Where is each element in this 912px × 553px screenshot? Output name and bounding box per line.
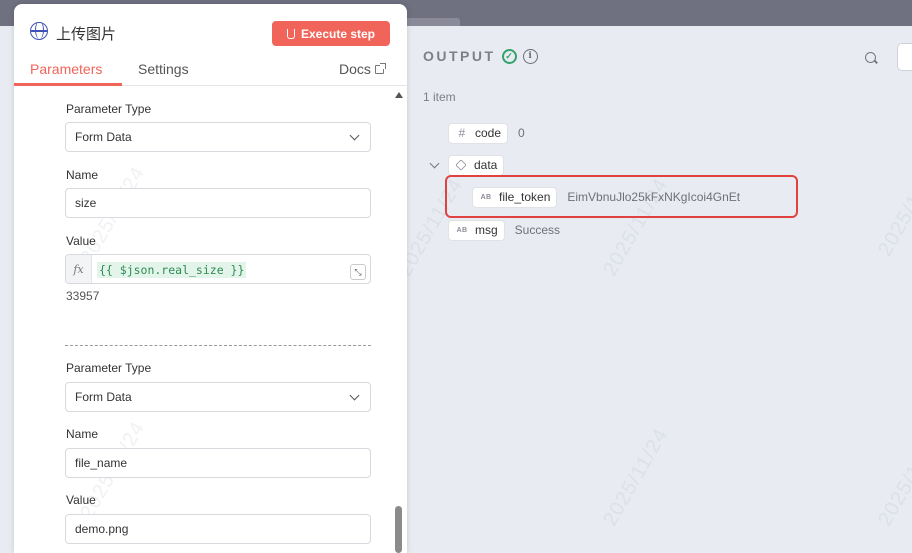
active-tab-indicator xyxy=(14,83,122,86)
row-key: data xyxy=(474,158,498,172)
search-input[interactable] xyxy=(897,43,912,71)
scrollbar-thumb[interactable] xyxy=(395,506,402,553)
param-type-label: Parameter Type xyxy=(66,102,152,116)
chevron-down-icon xyxy=(349,130,360,141)
chevron-down-icon xyxy=(349,390,360,401)
row-value: 0 xyxy=(518,126,525,140)
highlight-annotation xyxy=(445,175,798,218)
tab-parameters[interactable]: Parameters xyxy=(30,61,102,77)
name-value: file_name xyxy=(75,456,128,470)
node-panel: 2025/11/24 2025/11/24 上传图片 Execute step … xyxy=(14,4,407,553)
info-icon[interactable]: i xyxy=(522,48,538,64)
output-title: OUTPUT xyxy=(423,48,496,64)
tab-settings[interactable]: Settings xyxy=(138,61,189,77)
item-count: 1 item xyxy=(423,90,456,104)
flask-icon xyxy=(286,28,295,39)
value-label: Value xyxy=(66,493,96,507)
param-type-value: Form Data xyxy=(75,390,132,404)
key-chip[interactable]: AB msg xyxy=(448,219,505,241)
name-input[interactable]: file_name xyxy=(65,448,371,478)
string-type-icon: AB xyxy=(456,226,468,234)
key-chip[interactable]: data xyxy=(448,154,505,176)
expression-input[interactable]: fx {{ $json.real_size }} ⤡ xyxy=(65,254,371,284)
output-pane: 2025/11/24 2025/11/24 2025/11/24 2025/11… xyxy=(394,26,912,553)
docs-label: Docs xyxy=(339,61,371,77)
param-type-value: Form Data xyxy=(75,130,132,144)
param-type-select[interactable]: Form Data xyxy=(65,382,371,412)
scroll-up-arrow-icon[interactable] xyxy=(395,92,403,98)
output-header: OUTPUT ✓ i xyxy=(423,48,538,64)
watermark: 2025/11/24 xyxy=(599,424,673,530)
divider xyxy=(65,345,371,346)
name-label: Name xyxy=(66,427,99,441)
watermark: 2025/11/24 xyxy=(874,154,912,260)
panel-header: 上传图片 Execute step Parameters Settings Do… xyxy=(14,4,407,86)
expression-result: 33957 xyxy=(66,289,100,303)
param-type-label: Parameter Type xyxy=(66,361,152,375)
param-type-select[interactable]: Form Data xyxy=(65,122,371,152)
docs-link[interactable]: Docs xyxy=(339,61,386,77)
node-title[interactable]: 上传图片 xyxy=(56,23,116,44)
row-value: Success xyxy=(514,223,561,237)
name-label: Name xyxy=(66,168,99,182)
row-key: msg xyxy=(475,223,498,237)
search-icon[interactable] xyxy=(865,52,876,63)
name-input[interactable]: size xyxy=(65,188,371,218)
output-row-msg: AB msg Success xyxy=(448,219,560,241)
check-circle-icon: ✓ xyxy=(501,48,517,64)
value-text: demo.png xyxy=(75,522,129,536)
output-row-data: data xyxy=(448,154,505,176)
row-key: code xyxy=(475,126,502,140)
value-input[interactable]: demo.png xyxy=(65,514,371,544)
external-link-icon xyxy=(374,62,386,74)
watermark: 2025/11/24 xyxy=(874,424,912,530)
execute-step-label: Execute step xyxy=(300,26,376,41)
object-type-icon xyxy=(455,159,467,171)
chevron-down-icon[interactable] xyxy=(429,158,440,169)
globe-icon xyxy=(30,22,48,40)
value-label: Value xyxy=(66,234,96,248)
key-chip[interactable]: # code xyxy=(448,122,509,144)
execute-step-button[interactable]: Execute step xyxy=(272,21,390,46)
expand-icon[interactable]: ⤡ xyxy=(350,264,366,280)
fx-icon: fx xyxy=(66,255,92,283)
expression-text: {{ $json.real_size }} xyxy=(97,262,247,278)
name-value: size xyxy=(75,196,97,210)
number-type-icon: # xyxy=(458,126,466,140)
output-row-code: # code 0 xyxy=(448,122,525,144)
